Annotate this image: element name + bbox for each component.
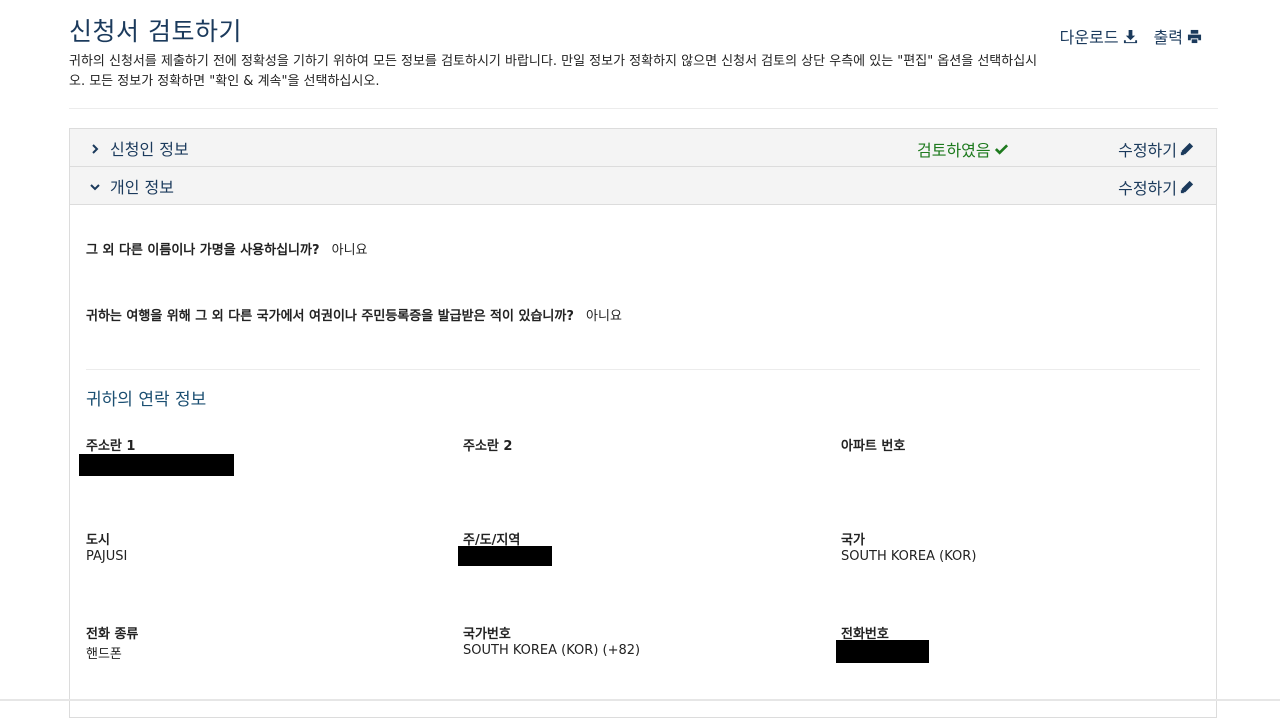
pencil-icon	[1180, 142, 1194, 156]
field-address2: 주소란 2	[463, 435, 512, 455]
reviewed-label: 검토하였음	[917, 141, 991, 160]
field-city: 도시 PAJUSI	[86, 529, 127, 564]
field-label: 국가번호	[463, 627, 511, 642]
field-country: 국가 SOUTH KOREA (KOR)	[841, 529, 976, 564]
field-label: 주소란 2	[463, 439, 513, 454]
field-value: SOUTH KOREA (KOR)	[841, 549, 977, 564]
download-button[interactable]: 다운로드	[1060, 24, 1138, 48]
edit-applicant-button[interactable]: 수정하기	[1118, 137, 1194, 161]
section-header-personal[interactable]: 개인 정보 수정하기	[70, 167, 1216, 205]
chevron-down-icon	[88, 179, 102, 193]
print-icon	[1187, 29, 1202, 43]
divider	[86, 369, 1200, 370]
field-value: SOUTH KOREA (KOR) (+82)	[463, 643, 641, 658]
redacted-state	[458, 546, 552, 566]
question-text: 그 외 다른 이름이나 가명을 사용하십니까?	[86, 243, 320, 258]
field-label: 주소란 1	[86, 439, 136, 454]
field-apt: 아파트 번호	[841, 435, 905, 455]
print-button[interactable]: 출력	[1154, 24, 1202, 48]
field-label: 도시	[86, 533, 110, 548]
page-title: 신청서 검토하기	[69, 17, 242, 46]
pencil-icon	[1180, 180, 1194, 194]
top-actions: 다운로드 출력	[1060, 24, 1202, 48]
question-text: 귀하는 여행을 위해 그 외 다른 국가에서 여권이나 주민등록증을 발급받은 …	[86, 309, 574, 324]
section-title-applicant: 신청인 정보	[110, 139, 189, 159]
check-icon	[994, 143, 1008, 155]
answer-text: 아니요	[586, 309, 622, 324]
divider	[69, 108, 1218, 109]
field-label: 아파트 번호	[841, 439, 906, 454]
field-value: 핸드폰	[86, 647, 122, 662]
field-phone-type: 전화 종류 핸드폰	[86, 623, 138, 662]
field-label: 전화 종류	[86, 627, 139, 642]
reviewed-status: 검토하였음	[917, 137, 1009, 161]
edit-personal-button[interactable]: 수정하기	[1118, 175, 1194, 199]
download-icon	[1123, 29, 1137, 43]
answer-text: 아니요	[331, 243, 368, 258]
edit-label: 수정하기	[1118, 179, 1177, 198]
question-other-passport: 귀하는 여행을 위해 그 외 다른 국가에서 여권이나 주민등록증을 발급받은 …	[86, 305, 622, 324]
print-label: 출력	[1153, 28, 1183, 47]
field-value: PAJUSI	[86, 549, 128, 564]
edit-label: 수정하기	[1118, 141, 1177, 160]
field-label: 국가	[841, 533, 865, 548]
section-title-personal: 개인 정보	[110, 177, 174, 197]
review-panel: 신청인 정보 검토하였음 수정하기 개인 정보 수정하기 그 외 다른 이름이나…	[69, 128, 1217, 718]
question-other-names: 그 외 다른 이름이나 가명을 사용하십니까? 아니요	[86, 239, 368, 258]
section-header-applicant[interactable]: 신청인 정보 검토하였음 수정하기	[70, 129, 1216, 167]
redacted-phone	[836, 640, 929, 663]
intro-text: 귀하의 신청서를 제출하기 전에 정확성을 기하기 위하여 모든 정보를 검토하…	[69, 54, 1038, 89]
download-label: 다운로드	[1059, 28, 1119, 47]
field-country-code: 국가번호 SOUTH KOREA (KOR) (+82)	[463, 623, 640, 658]
contact-heading: 귀하의 연락 정보	[86, 390, 207, 410]
chevron-right-icon	[88, 141, 102, 155]
redacted-address1	[79, 454, 234, 476]
field-address1: 주소란 1	[86, 435, 135, 455]
